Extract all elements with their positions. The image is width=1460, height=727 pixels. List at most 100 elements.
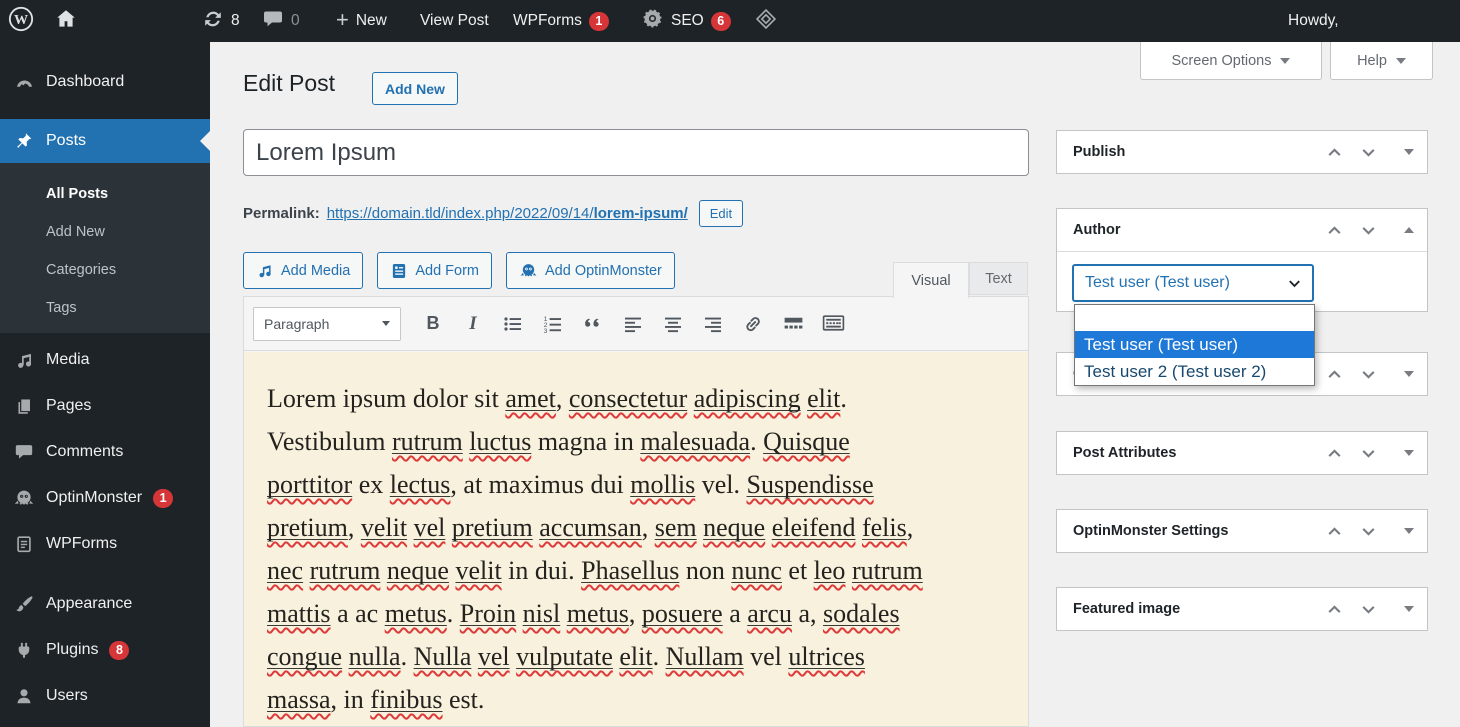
optinmonster-settings-panel-header[interactable]: OptinMonster Settings — [1057, 510, 1427, 552]
submenu-tags[interactable]: Tags — [46, 297, 77, 319]
move-up-icon[interactable] — [1325, 365, 1344, 384]
submenu-categories[interactable]: Categories — [46, 259, 116, 281]
permalink-slug: lorem-ipsum/ — [594, 205, 688, 222]
misspelled-word: congue — [267, 642, 342, 671]
misspelled-word: felis — [862, 513, 907, 542]
add-new-post-button[interactable]: Add New — [372, 72, 458, 105]
wpforms-badge: 1 — [589, 12, 609, 31]
post-attributes-panel-header[interactable]: Post Attributes — [1057, 432, 1427, 474]
bold-button[interactable]: B — [413, 306, 453, 342]
edit-permalink-button[interactable]: Edit — [699, 200, 743, 227]
move-down-icon[interactable] — [1359, 522, 1378, 541]
comment-count: 0 — [291, 12, 300, 30]
publish-panel: Publish — [1056, 130, 1428, 174]
media-buttons-row: Add Media Add Form Add OptinMonster — [243, 252, 675, 289]
toggle-panel-icon[interactable] — [1404, 528, 1414, 534]
blockquote-button[interactable] — [573, 306, 613, 342]
bullet-list-button[interactable] — [493, 306, 533, 342]
sidebar-label: Plugins — [46, 641, 98, 659]
insert-link-button[interactable] — [733, 306, 773, 342]
updates-menu[interactable]: 8 — [202, 0, 240, 42]
author-option-selected[interactable]: Test user (Test user) — [1075, 331, 1314, 358]
numbered-list-button[interactable]: 123 — [533, 306, 573, 342]
sidebar-item-pages[interactable]: Pages — [0, 384, 210, 428]
wpforms-menu[interactable]: WPForms 1 — [513, 0, 609, 42]
move-up-icon[interactable] — [1325, 600, 1344, 619]
misspelled-word: eleifend — [772, 513, 856, 542]
author-select[interactable]: Test user (Test user) — [1072, 264, 1314, 302]
paragraph-format-select[interactable]: Paragraph — [253, 307, 401, 341]
align-center-button[interactable] — [653, 306, 693, 342]
toggle-panel-icon[interactable] — [1404, 450, 1414, 456]
move-up-icon[interactable] — [1325, 444, 1344, 463]
add-form-button[interactable]: Add Form — [377, 252, 492, 289]
misspelled-word: rutrum — [310, 556, 381, 585]
misspelled-word: finibus — [370, 685, 442, 714]
move-down-icon[interactable] — [1359, 600, 1378, 619]
align-right-button[interactable] — [693, 306, 733, 342]
misspelled-word: nec — [267, 556, 303, 585]
site-home-menu[interactable] — [54, 0, 78, 42]
screen-options-tab[interactable]: Screen Options — [1140, 42, 1322, 80]
toolbar-toggle-keyboard-button[interactable] — [813, 306, 853, 342]
move-down-icon[interactable] — [1359, 221, 1378, 240]
author-option-empty[interactable] — [1075, 305, 1314, 331]
move-up-icon[interactable] — [1325, 221, 1344, 240]
view-post-menu[interactable]: View Post — [420, 0, 489, 42]
permalink-link[interactable]: https://domain.tld/index.php/2022/09/14/… — [327, 205, 688, 222]
sidebar-item-media[interactable]: Media — [0, 338, 210, 382]
move-up-icon[interactable] — [1325, 522, 1344, 541]
move-up-icon[interactable] — [1325, 143, 1344, 162]
wordpress-logo-menu[interactable]: W — [8, 0, 34, 42]
misspelled-word: amet — [505, 384, 556, 413]
sidebar-item-comments[interactable]: Comments — [0, 430, 210, 474]
publish-panel-header[interactable]: Publish — [1057, 131, 1427, 173]
move-down-icon[interactable] — [1359, 143, 1378, 162]
move-down-icon[interactable] — [1359, 444, 1378, 463]
panel-title: Featured image — [1073, 601, 1180, 617]
submenu-add-new[interactable]: Add New — [46, 221, 105, 243]
post-title-input[interactable] — [243, 129, 1029, 176]
sidebar-item-posts[interactable]: Posts — [0, 119, 210, 163]
misspelled-word: Phasellus — [581, 556, 679, 585]
help-tab[interactable]: Help — [1330, 42, 1433, 80]
misspelled-word: massa — [267, 685, 331, 714]
misspelled-word: vel — [414, 513, 446, 542]
add-media-label: Add Media — [281, 263, 350, 279]
featured-image-panel-header[interactable]: Featured image — [1057, 588, 1427, 630]
seo-menu[interactable]: SEO 6 — [641, 0, 731, 42]
misspelled-word: nunc — [731, 556, 782, 585]
toggle-panel-icon[interactable] — [1404, 227, 1414, 233]
plugin-diamond-menu[interactable] — [754, 0, 778, 42]
classic-editor: Paragraph B I 123 — [243, 296, 1029, 727]
toggle-panel-icon[interactable] — [1404, 606, 1414, 612]
sidebar-item-dashboard[interactable]: Dashboard — [0, 60, 210, 104]
new-content-menu[interactable]: + New — [336, 0, 387, 42]
move-down-icon[interactable] — [1359, 365, 1378, 384]
read-more-tag-button[interactable] — [773, 306, 813, 342]
toggle-panel-icon[interactable] — [1404, 149, 1414, 155]
author-panel-header[interactable]: Author — [1057, 209, 1427, 251]
sidebar-item-plugins[interactable]: Plugins 8 — [0, 628, 210, 672]
misspelled-word: velit — [455, 556, 501, 585]
featured-image-panel: Featured image — [1056, 587, 1428, 631]
sidebar-item-appearance[interactable]: Appearance — [0, 582, 210, 626]
sidebar-item-wpforms[interactable]: WPForms — [0, 522, 210, 566]
sidebar-item-users[interactable]: Users — [0, 674, 210, 718]
posts-submenu: All Posts Add New Categories Tags — [0, 163, 210, 333]
editor-content-area[interactable]: Lorem ipsum dolor sit amet, consectetur … — [244, 352, 1028, 726]
italic-button[interactable]: I — [453, 306, 493, 342]
howdy-account-menu[interactable]: Howdy, — [1288, 0, 1339, 42]
comments-menu[interactable]: 0 — [262, 0, 300, 42]
author-select-dropdown: Test user (Test user) Test user 2 (Test … — [1074, 304, 1315, 386]
editor-toolbar: Paragraph B I 123 — [244, 297, 1028, 351]
toggle-panel-icon[interactable] — [1404, 371, 1414, 377]
align-left-button[interactable] — [613, 306, 653, 342]
submenu-all-posts[interactable]: All Posts — [46, 183, 108, 205]
add-media-button[interactable]: Add Media — [243, 252, 363, 289]
sidebar-item-optinmonster[interactable]: OptinMonster 1 — [0, 476, 210, 520]
tab-visual[interactable]: Visual — [893, 262, 969, 298]
tab-text[interactable]: Text — [969, 262, 1028, 295]
author-option[interactable]: Test user 2 (Test user 2) — [1075, 358, 1314, 385]
add-optinmonster-button[interactable]: Add OptinMonster — [506, 252, 675, 289]
